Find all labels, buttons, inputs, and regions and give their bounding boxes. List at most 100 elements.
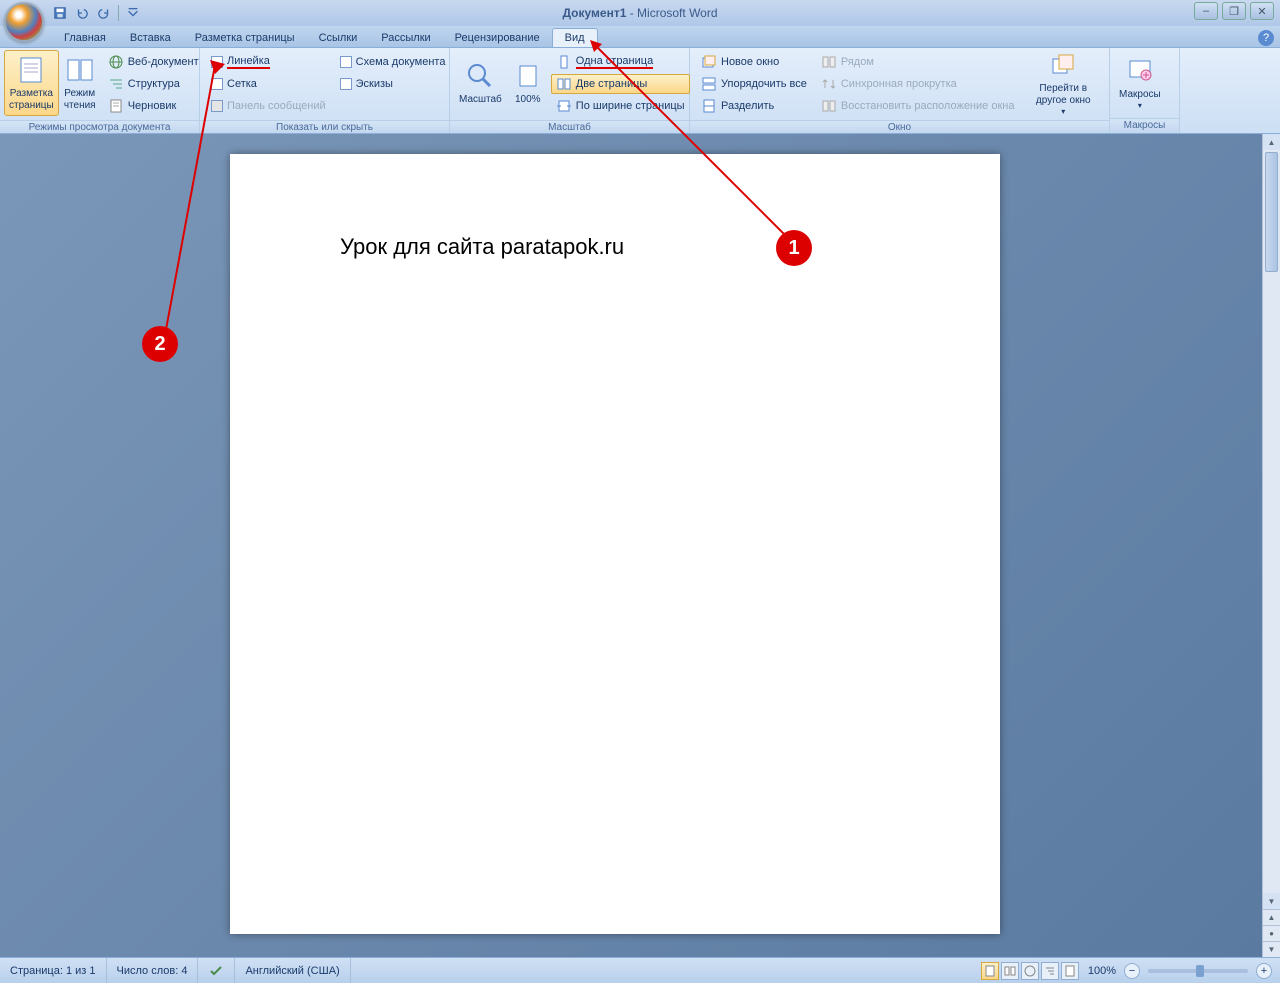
status-language[interactable]: Английский (США) — [235, 958, 350, 983]
web-layout-icon — [108, 54, 124, 70]
page-width-label: По ширине страницы — [576, 100, 685, 112]
reset-position-button: Восстановить расположение окна — [816, 96, 1020, 116]
view-web-button[interactable] — [1021, 962, 1039, 980]
scroll-down-button[interactable]: ▼ — [1263, 893, 1280, 909]
view-draft-button[interactable] — [1061, 962, 1079, 980]
status-right: 100% − + — [980, 958, 1280, 983]
group-label-views: Режимы просмотра документа — [0, 120, 199, 133]
view-outline-button[interactable] — [1041, 962, 1059, 980]
document-page[interactable]: Урок для сайта paratapok.ru — [230, 154, 1000, 934]
vertical-scrollbar[interactable]: ▲ ▼ ▲ ● ▼ — [1262, 134, 1280, 957]
one-page-icon — [556, 54, 572, 70]
tab-view[interactable]: Вид — [552, 28, 598, 47]
tab-references[interactable]: Ссылки — [307, 29, 370, 47]
tab-page-layout[interactable]: Разметка страницы — [183, 29, 307, 47]
help-button[interactable]: ? — [1258, 30, 1274, 46]
status-page[interactable]: Страница: 1 из 1 — [0, 958, 107, 983]
view-reading-button[interactable] — [1001, 962, 1019, 980]
undo-icon[interactable] — [72, 3, 92, 23]
group-label-show: Показать или скрыть — [200, 120, 449, 133]
scroll-up-button[interactable]: ▲ — [1263, 134, 1280, 150]
zoom-icon — [464, 60, 496, 92]
tab-review[interactable]: Рецензирование — [443, 29, 552, 47]
web-layout-button[interactable]: Веб-документ — [103, 52, 204, 72]
ruler-checkbox[interactable]: Линейка — [206, 52, 331, 72]
close-button[interactable]: ✕ — [1250, 2, 1274, 20]
maximize-button[interactable]: ❐ — [1222, 2, 1246, 20]
zoom-button[interactable]: Масштаб — [454, 50, 507, 116]
outline-icon — [108, 76, 124, 92]
prev-page-button[interactable]: ▲ — [1263, 909, 1280, 925]
sync-scroll-button: Синхронная прокрутка — [816, 74, 1020, 94]
next-page-button[interactable]: ▼ — [1263, 941, 1280, 957]
hundred-percent-button[interactable]: 100% — [507, 50, 549, 116]
zoom-out-button[interactable]: − — [1124, 963, 1140, 979]
draft-button[interactable]: Черновик — [103, 96, 204, 116]
web-layout-label: Веб-документ — [128, 56, 199, 68]
redo-icon[interactable] — [94, 3, 114, 23]
outline-label: Структура — [128, 78, 180, 90]
window-title: Документ1 - Microsoft Word — [562, 6, 717, 20]
draft-label: Черновик — [128, 100, 177, 112]
zoom-level[interactable]: 100% — [1088, 965, 1116, 977]
arrange-all-label: Упорядочить все — [721, 78, 807, 90]
ribbon: Разметка страницы Режим чтения Веб-докум… — [0, 48, 1280, 134]
tab-mailings[interactable]: Рассылки — [369, 29, 442, 47]
thumbnails-checkbox[interactable]: Эскизы — [335, 74, 451, 94]
one-page-button[interactable]: Одна страница — [551, 52, 690, 72]
reading-button[interactable]: Режим чтения — [59, 50, 101, 116]
browse-object-nav: ▲ ● ▼ — [1263, 909, 1280, 957]
arrange-all-button[interactable]: Упорядочить все — [696, 74, 812, 94]
switch-windows-icon — [1047, 49, 1079, 81]
document-name: Документ1 — [562, 6, 626, 20]
app-name: Microsoft Word — [637, 6, 717, 20]
sync-scroll-label: Синхронная прокрутка — [841, 78, 957, 90]
qat-customize-icon[interactable] — [123, 3, 143, 23]
two-pages-icon — [556, 76, 572, 92]
view-print-layout-button[interactable] — [981, 962, 999, 980]
browse-object-button[interactable]: ● — [1263, 925, 1280, 941]
document-map-label: Схема документа — [356, 56, 446, 68]
group-label-zoom: Масштаб — [450, 120, 689, 133]
tab-home[interactable]: Главная — [52, 29, 118, 47]
minimize-button[interactable]: – — [1194, 2, 1218, 20]
annotation-marker-2: 2 — [142, 326, 178, 362]
side-by-side-label: Рядом — [841, 56, 874, 68]
tab-insert[interactable]: Вставка — [118, 29, 183, 47]
new-window-icon — [701, 54, 717, 70]
page-width-button[interactable]: По ширине страницы — [551, 96, 690, 116]
page-width-icon — [556, 98, 572, 114]
macros-icon — [1124, 55, 1156, 87]
switch-windows-button[interactable]: Перейти в другое окно▾ — [1021, 50, 1105, 116]
zoom-in-button[interactable]: + — [1256, 963, 1272, 979]
statusbar: Страница: 1 из 1 Число слов: 4 Английски… — [0, 957, 1280, 983]
split-button[interactable]: Разделить — [696, 96, 812, 116]
side-by-side-button: Рядом — [816, 52, 1020, 72]
window-controls: – ❐ ✕ — [1194, 2, 1274, 20]
zoom-slider-thumb[interactable] — [1196, 965, 1204, 977]
print-layout-button[interactable]: Разметка страницы — [4, 50, 59, 116]
document-text: Урок для сайта paratapok.ru — [340, 234, 624, 260]
titlebar: Документ1 - Microsoft Word – ❐ ✕ — [0, 0, 1280, 26]
gridlines-checkbox[interactable]: Сетка — [206, 74, 331, 94]
office-button[interactable] — [4, 2, 44, 42]
macros-button[interactable]: Макросы▾ — [1114, 50, 1166, 116]
draft-icon — [108, 98, 124, 114]
status-proofing[interactable] — [198, 958, 235, 983]
group-zoom: Масштаб 100% Одна страница Две страницы … — [450, 48, 690, 133]
ruler-label: Линейка — [227, 55, 270, 69]
reading-label: Режим чтения — [64, 88, 96, 112]
two-pages-button[interactable]: Две страницы — [551, 74, 690, 94]
split-icon — [701, 98, 717, 114]
zoom-slider[interactable] — [1148, 969, 1248, 973]
scroll-thumb[interactable] — [1265, 152, 1278, 272]
new-window-button[interactable]: Новое окно — [696, 52, 812, 72]
document-map-checkbox[interactable]: Схема документа — [335, 52, 451, 72]
qat-separator — [118, 5, 119, 21]
save-icon[interactable] — [50, 3, 70, 23]
document-area: Урок для сайта paratapok.ru — [0, 134, 1280, 957]
status-words[interactable]: Число слов: 4 — [107, 958, 199, 983]
switch-windows-label: Перейти в другое окно — [1026, 83, 1100, 107]
outline-button[interactable]: Структура — [103, 74, 204, 94]
macros-label: Макросы — [1119, 89, 1161, 101]
